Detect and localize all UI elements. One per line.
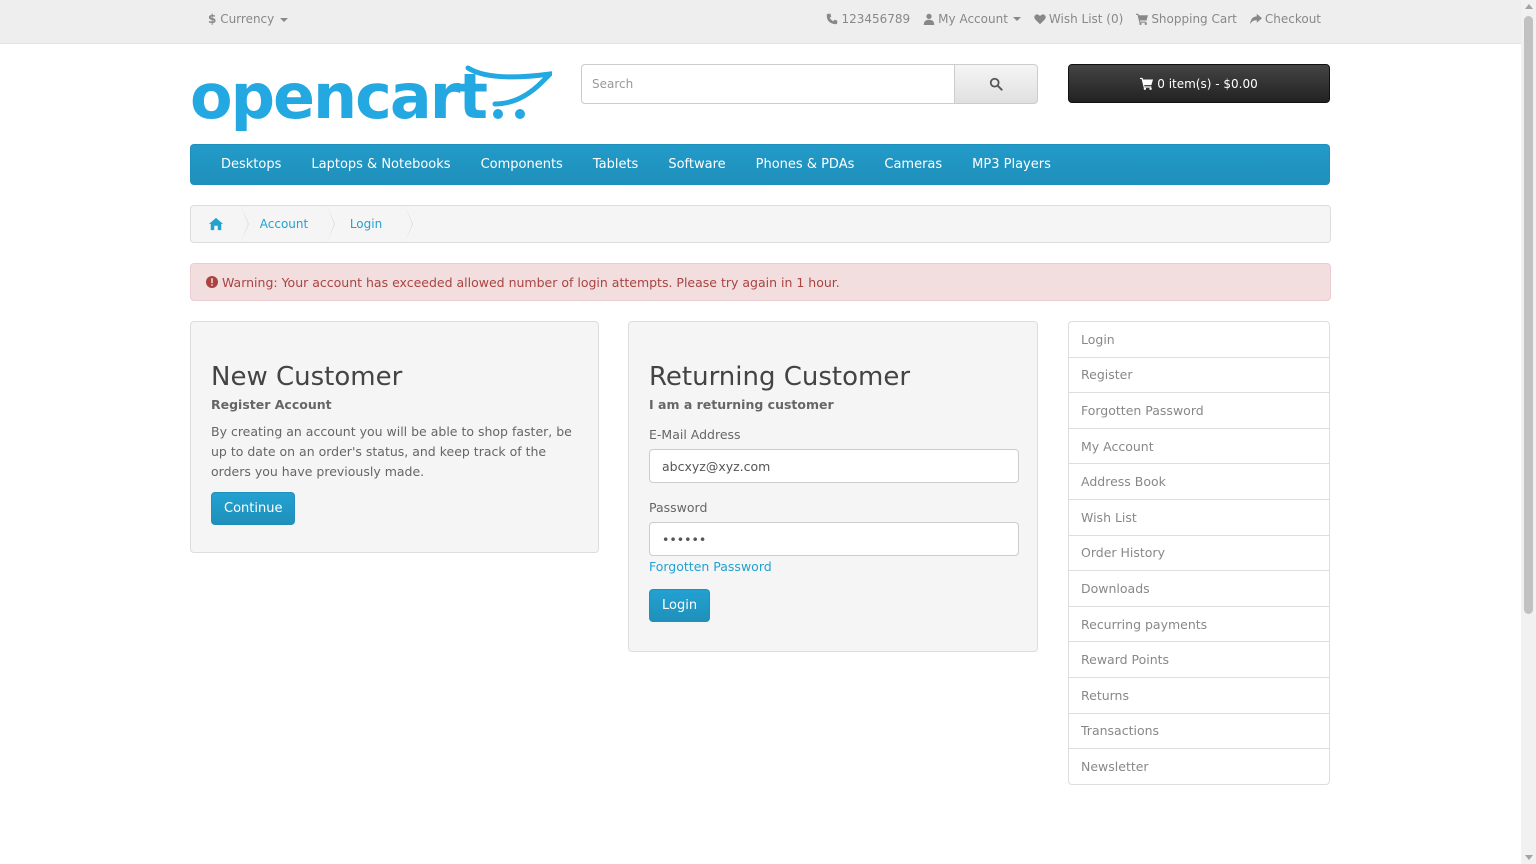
- menu-item-tablets[interactable]: Tablets: [593, 157, 639, 172]
- alert-text: Warning: Your account has exceeded allow…: [222, 274, 840, 290]
- shopping-cart-link[interactable]: Shopping Cart: [1136, 12, 1237, 26]
- wish-list-link[interactable]: Wish List (0): [1034, 12, 1123, 26]
- menu-item-phones-pdas[interactable]: Phones & PDAs: [756, 157, 855, 172]
- phone-icon: [827, 13, 838, 25]
- wish-list-label: Wish List (0): [1048, 12, 1124, 26]
- account-menu-reward-points[interactable]: Reward Points: [1068, 641, 1330, 678]
- menu-item-software[interactable]: Software: [668, 157, 725, 172]
- menu-item-laptops-notebooks[interactable]: Laptops & Notebooks: [311, 157, 450, 172]
- new-customer-title: New Customer: [211, 362, 403, 392]
- account-menu-register[interactable]: Register: [1068, 356, 1330, 394]
- menu-item-mp3-players[interactable]: MP3 Players: [972, 157, 1051, 172]
- home-icon: [209, 217, 223, 231]
- logo-text: opencart: [190, 62, 487, 133]
- continue-button[interactable]: Continue: [211, 492, 296, 525]
- forgotten-password-link[interactable]: Forgotten Password: [649, 559, 1017, 574]
- breadcrumb-account[interactable]: Account: [241, 206, 335, 242]
- register-account-heading: Register Account: [211, 397, 332, 412]
- top-bar: $ Currency 123456789 My Account Wish Lis…: [0, 0, 1521, 44]
- menu-item-components[interactable]: Components: [481, 157, 563, 172]
- search-bar: [581, 64, 1038, 104]
- caret-down-icon: [280, 17, 289, 22]
- checkout-label: Checkout: [1264, 12, 1321, 26]
- account-menu-transactions[interactable]: Transactions: [1068, 712, 1330, 750]
- scrollbar[interactable]: [1521, 0, 1536, 864]
- new-customer-panel: New Customer Register Account By creatin…: [190, 321, 599, 553]
- account-menu: Login Register Forgotten Password My Acc…: [1068, 321, 1330, 785]
- menu-item-desktops[interactable]: Desktops: [221, 157, 281, 172]
- returning-customer-title: Returning Customer: [649, 362, 911, 392]
- share-icon: [1249, 13, 1262, 25]
- exclamation-circle-icon: [206, 276, 218, 288]
- account-menu-returns[interactable]: Returns: [1068, 676, 1330, 714]
- cart-button-label: 0 item(s) - $0.00: [1157, 76, 1258, 91]
- account-menu-downloads[interactable]: Downloads: [1068, 570, 1330, 607]
- phone-link[interactable]: 123456789: [826, 12, 910, 26]
- account-menu-wish-list[interactable]: Wish List: [1068, 498, 1330, 536]
- login-button[interactable]: Login: [649, 589, 711, 622]
- password-label: Password: [649, 500, 708, 515]
- user-icon: [923, 13, 935, 25]
- top-links: 123456789 My Account Wish List (0) Shopp…: [826, 12, 1321, 26]
- search-icon: [989, 77, 1003, 91]
- email-field[interactable]: abcxyz@xyz.com: [649, 449, 1019, 483]
- scrollbar-thumb[interactable]: [1524, 16, 1533, 614]
- warning-alert: Warning: Your account has exceeded allow…: [190, 263, 1331, 301]
- breadcrumb: Account Login: [190, 205, 1331, 243]
- cart-button[interactable]: 0 item(s) - $0.00: [1068, 64, 1330, 103]
- scroll-down-arrow-icon[interactable]: [1525, 855, 1533, 860]
- search-button[interactable]: [954, 64, 1038, 104]
- cart-icon: [1140, 77, 1154, 90]
- caret-down-icon: [1012, 17, 1021, 21]
- scroll-up-arrow-icon[interactable]: [1525, 4, 1533, 9]
- menu-item-cameras[interactable]: Cameras: [884, 157, 942, 172]
- account-menu-newsletter[interactable]: Newsletter: [1068, 748, 1330, 785]
- account-menu-my-account[interactable]: My Account: [1068, 427, 1330, 465]
- currency-label: Currency: [220, 12, 275, 26]
- opencart-logo[interactable]: opencart: [190, 62, 552, 136]
- account-menu-forgotten-password[interactable]: Forgotten Password: [1068, 392, 1330, 429]
- currency-dropdown[interactable]: $ Currency: [208, 12, 289, 26]
- account-menu-address-book[interactable]: Address Book: [1068, 463, 1330, 500]
- account-menu-recurring-payments[interactable]: Recurring payments: [1068, 605, 1330, 643]
- main-menu: Desktops Laptops & Notebooks Components …: [190, 144, 1330, 185]
- password-field[interactable]: ••••••: [649, 522, 1019, 556]
- search-input[interactable]: [581, 64, 954, 104]
- my-account-label: My Account: [938, 12, 1008, 26]
- shopping-cart-label: Shopping Cart: [1151, 12, 1237, 26]
- account-menu-order-history[interactable]: Order History: [1068, 534, 1330, 572]
- returning-customer-heading: I am a returning customer: [649, 397, 834, 412]
- new-customer-description: By creating an account you will be able …: [211, 424, 572, 479]
- email-label: E-Mail Address: [649, 427, 741, 442]
- breadcrumb-home[interactable]: [191, 206, 249, 242]
- account-menu-login[interactable]: Login: [1068, 321, 1330, 358]
- currency-symbol: $: [208, 12, 217, 26]
- breadcrumb-login[interactable]: Login: [327, 206, 413, 242]
- my-account-dropdown[interactable]: My Account: [923, 12, 1021, 26]
- heart-icon: [1034, 14, 1046, 25]
- returning-customer-panel: Returning Customer I am a returning cust…: [628, 321, 1038, 652]
- phone-number: 123456789: [841, 12, 911, 26]
- checkout-link[interactable]: Checkout: [1249, 12, 1321, 26]
- cart-icon: [1136, 13, 1149, 25]
